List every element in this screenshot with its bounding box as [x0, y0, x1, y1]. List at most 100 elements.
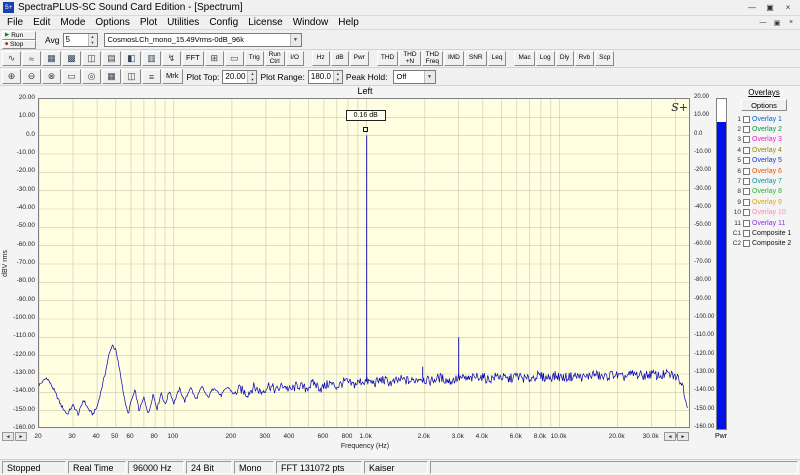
save-file-button[interactable]: ◧: [122, 51, 141, 66]
y-tick-label-right: -100.00: [694, 314, 715, 320]
scaling-button[interactable]: ▭: [224, 51, 244, 66]
peak-hold-dropdown-icon[interactable]: ▼: [423, 70, 435, 83]
status-bit-depth: 24 Bit: [186, 461, 232, 474]
close-button[interactable]: ×: [779, 1, 797, 14]
log-button[interactable]: Log: [535, 51, 555, 66]
overlay-checkbox[interactable]: [743, 209, 750, 217]
zoom-reset-button[interactable]: ⊗: [42, 69, 61, 84]
y-tick-label-right: -130.00: [694, 369, 715, 375]
overlay-row: 11 Overlay 11: [730, 218, 798, 228]
menu-item-help[interactable]: Help: [333, 17, 364, 28]
menu-item-edit[interactable]: Edit: [28, 17, 55, 28]
power-meter: [716, 98, 727, 430]
rvb-button[interactable]: Rvb: [574, 51, 595, 66]
stop-button-label: Stop: [10, 40, 24, 48]
io-button[interactable]: I/O: [285, 51, 304, 66]
mac-button[interactable]: Mac: [514, 51, 535, 66]
mdi-restore-button[interactable]: ▣: [770, 17, 784, 28]
time-series-button[interactable]: ∿: [2, 51, 21, 66]
display-options-button[interactable]: ≡: [142, 69, 161, 84]
overlay-checkbox[interactable]: [743, 240, 750, 248]
menu-item-utilities[interactable]: Utilities: [162, 17, 204, 28]
zoom-out-button[interactable]: ⊖: [22, 69, 41, 84]
overlay-checkbox[interactable]: [743, 198, 750, 206]
minimize-button[interactable]: —: [743, 1, 761, 14]
overlay-checkbox[interactable]: [743, 188, 750, 196]
overlay-checkbox[interactable]: [743, 115, 750, 123]
y-tick-label-right: -10.00: [694, 149, 712, 155]
menu-item-mode[interactable]: Mode: [55, 17, 90, 28]
spin-down-icon[interactable]: ▼: [334, 77, 342, 83]
menu-item-license[interactable]: License: [243, 17, 287, 28]
mrk-button[interactable]: Mrk: [162, 69, 183, 84]
imd-button[interactable]: IMD: [443, 51, 464, 66]
menu-item-file[interactable]: File: [2, 17, 28, 28]
print-button[interactable]: ▥: [142, 51, 161, 66]
peak-hold-dropdown[interactable]: Off ▼: [392, 69, 436, 84]
overlay-checkbox[interactable]: [743, 136, 750, 144]
mdi-close-button[interactable]: ×: [784, 17, 798, 28]
stop-button[interactable]: ■ Stop: [2, 39, 36, 49]
select-region-button[interactable]: ▭: [62, 69, 81, 84]
pwr-button[interactable]: Pwr: [349, 51, 369, 66]
db-button[interactable]: dB: [330, 51, 349, 66]
trig-button[interactable]: Trig: [244, 51, 264, 66]
run-button[interactable]: ▶ Run: [2, 30, 36, 40]
file-combo-dropdown-icon[interactable]: ▼: [289, 33, 301, 46]
thd-n-button[interactable]: THD +N: [399, 51, 421, 66]
plot-range-spinner[interactable]: 180.0 ▲ ▼: [307, 69, 343, 84]
menu-item-config[interactable]: Config: [204, 17, 243, 28]
overlay-checkbox[interactable]: [743, 146, 750, 154]
spectrogram-button[interactable]: ▦: [42, 51, 61, 66]
leq-button[interactable]: Leq: [487, 51, 507, 66]
overlay-checkbox[interactable]: [743, 229, 750, 237]
file-combo[interactable]: CosmosLCh_mono_15.49Vrms-0dB_96k ▼: [103, 32, 302, 47]
hz-button[interactable]: Hz: [311, 51, 330, 66]
dly-button[interactable]: Dly: [555, 51, 574, 66]
signal-generator-button[interactable]: ↯: [162, 51, 181, 66]
overlay-checkbox[interactable]: [743, 219, 750, 227]
overlay-checkbox[interactable]: [743, 157, 750, 165]
plot-title: Left: [357, 86, 373, 96]
snr-button[interactable]: SNR: [464, 51, 487, 66]
crosshair-button[interactable]: ◎: [82, 69, 101, 84]
plot-top-spinner[interactable]: 20.00 ▲ ▼: [222, 69, 258, 84]
menu-item-options[interactable]: Options: [90, 17, 134, 28]
menu-item-plot[interactable]: Plot: [135, 17, 162, 28]
fft-settings-button[interactable]: ⊞: [204, 51, 224, 66]
crosshair-icon: ◎: [87, 71, 96, 81]
overlays-options-button[interactable]: Options: [741, 99, 787, 111]
surface-plot-button[interactable]: ▩: [62, 51, 81, 66]
scp-button[interactable]: Scp: [595, 51, 615, 66]
thd-freq-button[interactable]: THD Freq: [421, 51, 443, 66]
spin-down-icon[interactable]: ▼: [248, 77, 256, 83]
peak-hold-value: Off: [396, 72, 407, 81]
grid-toggle-button[interactable]: ▦: [102, 69, 121, 84]
phase-plot-button[interactable]: ◫: [82, 51, 101, 66]
spin-down-icon[interactable]: ▼: [89, 40, 97, 46]
zoom-in-button[interactable]: ⊕: [2, 69, 21, 84]
overlay-checkbox[interactable]: [743, 167, 750, 175]
restore-button[interactable]: ▣: [761, 1, 779, 14]
run-ctrl-button[interactable]: Run Ctrl: [264, 51, 285, 66]
overlay-row: 6 Overlay 6: [730, 166, 798, 176]
y-tick-label-right: -40.00: [694, 204, 712, 210]
plot-scroll-right-icon[interactable]: ►: [15, 432, 27, 441]
plot-scroll-right-icon-2[interactable]: ►: [677, 432, 689, 441]
dual-display-button[interactable]: ◫: [122, 69, 141, 84]
thd-button[interactable]: THD: [376, 51, 399, 66]
plot-scroll-left-icon-2[interactable]: ◄: [664, 432, 676, 441]
plot-scroll-left-icon[interactable]: ◄: [2, 432, 14, 441]
overlay-label: Overlay 11: [752, 219, 786, 227]
overlay-checkbox[interactable]: [743, 178, 750, 186]
overlay-label: Overlay 4: [752, 146, 782, 154]
avg-spinner[interactable]: 5 ▲ ▼: [62, 32, 98, 47]
overlay-checkbox[interactable]: [743, 126, 750, 134]
menu-item-window[interactable]: Window: [288, 17, 334, 28]
toolbar-main: ▶ Run ■ Stop Avg 5 ▲ ▼ CosmosLCh_mono_15.49…: [0, 30, 800, 50]
spectrum-view-button[interactable]: ≈: [22, 51, 41, 66]
spectrum-chart[interactable]: [38, 98, 690, 428]
mdi-minimize-button[interactable]: —: [756, 17, 770, 28]
fft-button[interactable]: FFT: [182, 51, 204, 66]
open-file-button[interactable]: ▤: [102, 51, 121, 66]
